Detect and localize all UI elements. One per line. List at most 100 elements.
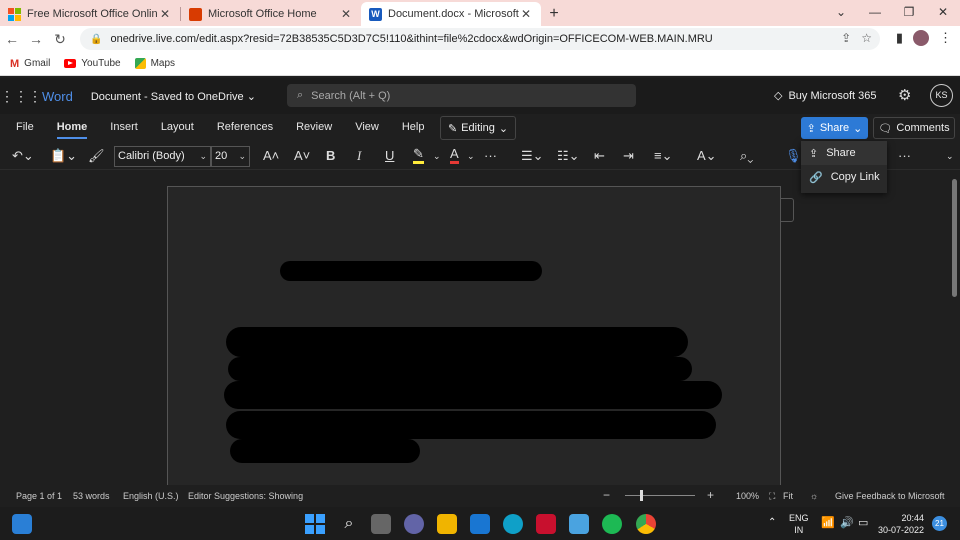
comments-button[interactable]: 🗨 Comments <box>873 117 955 139</box>
word-count[interactable]: 53 words <box>73 491 110 501</box>
wifi-icon[interactable]: 📶 <box>821 517 835 529</box>
bold-icon[interactable]: B <box>326 147 335 165</box>
bookmark-gmail[interactable]: M Gmail <box>10 58 50 70</box>
chevron-down-icon[interactable]: ⌄ <box>467 147 475 165</box>
notification-badge[interactable]: 21 <box>932 516 947 531</box>
zoom-slider[interactable] <box>625 495 695 496</box>
zoom-percent[interactable]: 100% <box>736 491 759 501</box>
edge-browser-icon[interactable] <box>503 514 523 534</box>
vertical-scrollbar[interactable] <box>950 171 960 485</box>
font-family-select[interactable]: Calibri (Body) ⌄ <box>114 146 211 167</box>
teams-chat-icon[interactable] <box>404 514 424 534</box>
italic-icon[interactable]: I <box>357 147 361 165</box>
scrollbar-thumb[interactable] <box>952 179 957 297</box>
document-canvas[interactable] <box>0 171 950 485</box>
font-size-select[interactable]: 20 ⌄ <box>211 146 250 167</box>
mcafee-icon[interactable] <box>536 514 556 534</box>
browser-tab-office-home[interactable]: Microsoft Office Home ✕ <box>181 2 361 26</box>
language-status[interactable]: English (U.S.) <box>123 491 179 501</box>
buy-microsoft-365-button[interactable]: ◇ Buy Microsoft 365 <box>774 89 877 103</box>
decrease-indent-icon[interactable]: ⇤ <box>594 147 605 165</box>
ribbon-expand-icon[interactable]: ⌄ <box>946 147 954 165</box>
clock[interactable]: 20:44 30-07-2022 <box>878 512 924 536</box>
document-page[interactable] <box>167 186 781 485</box>
bookmark-maps[interactable]: Maps <box>134 58 175 69</box>
tab-view[interactable]: View <box>355 114 379 142</box>
zoom-out-icon[interactable]: − <box>603 488 610 502</box>
restore-icon[interactable]: ❐ <box>892 0 926 24</box>
align-icon[interactable]: ≡⌄ <box>654 147 672 165</box>
close-tab-icon[interactable]: ✕ <box>158 7 172 21</box>
start-windows-icon[interactable] <box>305 514 325 534</box>
forward-arrow-icon[interactable]: → <box>24 31 48 47</box>
numbering-icon[interactable]: ☷⌄ <box>557 147 580 165</box>
tab-file[interactable]: File <box>16 114 34 142</box>
tab-help[interactable]: Help <box>402 114 425 142</box>
close-window-icon[interactable]: ✕ <box>926 0 960 24</box>
close-tab-icon[interactable]: ✕ <box>339 7 353 21</box>
menu-item-share[interactable]: ⇪ Share <box>801 141 887 165</box>
search-icon[interactable]: ⌕ <box>339 514 359 534</box>
editor-suggestions-status[interactable]: Editor Suggestions: Showing <box>188 491 303 501</box>
shrink-font-icon[interactable]: A˅ <box>294 147 310 165</box>
battery-icon[interactable]: ▭ <box>858 517 868 529</box>
tab-insert[interactable]: Insert <box>110 114 138 142</box>
more-menu-icon[interactable]: ⋮ <box>939 30 952 46</box>
bullets-icon[interactable]: ☰⌄ <box>521 147 544 165</box>
browser-tab-office-online[interactable]: Free Microsoft Office Online | W ✕ <box>0 2 180 26</box>
widgets-icon[interactable] <box>12 514 32 534</box>
share-page-icon[interactable]: ⇪ <box>841 31 851 45</box>
dictate-microphone-icon[interactable]: 🎙 <box>785 147 802 165</box>
tab-home[interactable]: Home <box>56 114 87 142</box>
more-font-options-icon[interactable]: ··· <box>484 147 497 165</box>
styles-icon[interactable]: A⌄ <box>697 147 717 165</box>
browser-tab-document[interactable]: W Document.docx - Microsoft Wor ✕ <box>361 2 541 26</box>
fit-icon[interactable]: ⛶ <box>769 491 775 502</box>
menu-item-copy-link[interactable]: 🔗 Copy Link <box>801 165 887 189</box>
bookmark-youtube[interactable]: YouTube <box>64 58 121 69</box>
back-arrow-icon[interactable]: ← <box>0 31 24 47</box>
feedback-link[interactable]: Give Feedback to Microsoft <box>835 491 945 501</box>
language-indicator[interactable]: ENG IN <box>789 512 809 536</box>
undo-icon[interactable]: ↶⌄ <box>12 147 34 165</box>
zoom-slider-thumb[interactable] <box>640 490 643 501</box>
underline-icon[interactable]: U <box>385 147 394 165</box>
zoom-in-icon[interactable]: + <box>707 488 714 502</box>
account-avatar[interactable]: KS <box>930 84 953 107</box>
search-input[interactable]: ⌕ Search (Alt + Q) <box>287 84 636 107</box>
paste-icon[interactable]: 📋⌄ <box>50 147 77 165</box>
document-title[interactable]: Document - Saved to OneDrive ⌄ <box>91 90 256 103</box>
increase-indent-icon[interactable]: ⇥ <box>623 147 634 165</box>
url-input[interactable]: 🔒 onedrive.live.com/edit.aspx?resid=72B3… <box>80 28 880 50</box>
tab-search-icon[interactable]: ⌄ <box>824 0 858 24</box>
font-color-icon[interactable]: A <box>450 147 459 164</box>
bookmark-star-icon[interactable]: ☆ <box>861 31 872 45</box>
close-tab-icon[interactable]: ✕ <box>519 7 533 21</box>
more-options-icon[interactable]: ··· <box>898 147 911 165</box>
highlight-icon[interactable]: ✎ <box>413 147 424 164</box>
editing-mode-button[interactable]: ✎ Editing ⌄ <box>440 116 516 140</box>
volume-icon[interactable]: 🔊 <box>840 517 854 529</box>
app-launcher-icon[interactable]: ⋮⋮⋮ <box>0 88 42 105</box>
minimize-icon[interactable]: — <box>858 0 892 24</box>
grow-font-icon[interactable]: A˄ <box>263 147 279 165</box>
chevron-down-icon[interactable]: ⌄ <box>433 147 441 165</box>
gear-icon[interactable]: ⚙ <box>898 86 911 104</box>
lock-icon[interactable]: 🔒 <box>90 34 102 45</box>
tab-references[interactable]: References <box>217 114 273 142</box>
fit-button[interactable]: Fit <box>783 491 793 501</box>
new-tab-button[interactable]: + <box>541 2 567 26</box>
file-explorer-icon[interactable] <box>437 514 457 534</box>
chrome-browser-icon[interactable] <box>636 514 656 534</box>
find-icon[interactable]: ⌕⌄ <box>740 147 753 165</box>
reload-icon[interactable]: ↻ <box>48 31 72 48</box>
task-view-icon[interactable] <box>371 514 391 534</box>
app-name[interactable]: Word <box>42 89 73 104</box>
tab-review[interactable]: Review <box>296 114 332 142</box>
profile-avatar[interactable] <box>913 30 929 46</box>
format-painter-icon[interactable]: 🖌 <box>88 147 105 165</box>
spotify-icon[interactable] <box>602 514 622 534</box>
feedback-icon[interactable]: ☼ <box>810 491 818 501</box>
tab-layout[interactable]: Layout <box>161 114 194 142</box>
share-button[interactable]: ⇪ Share ⌄ <box>801 117 868 139</box>
